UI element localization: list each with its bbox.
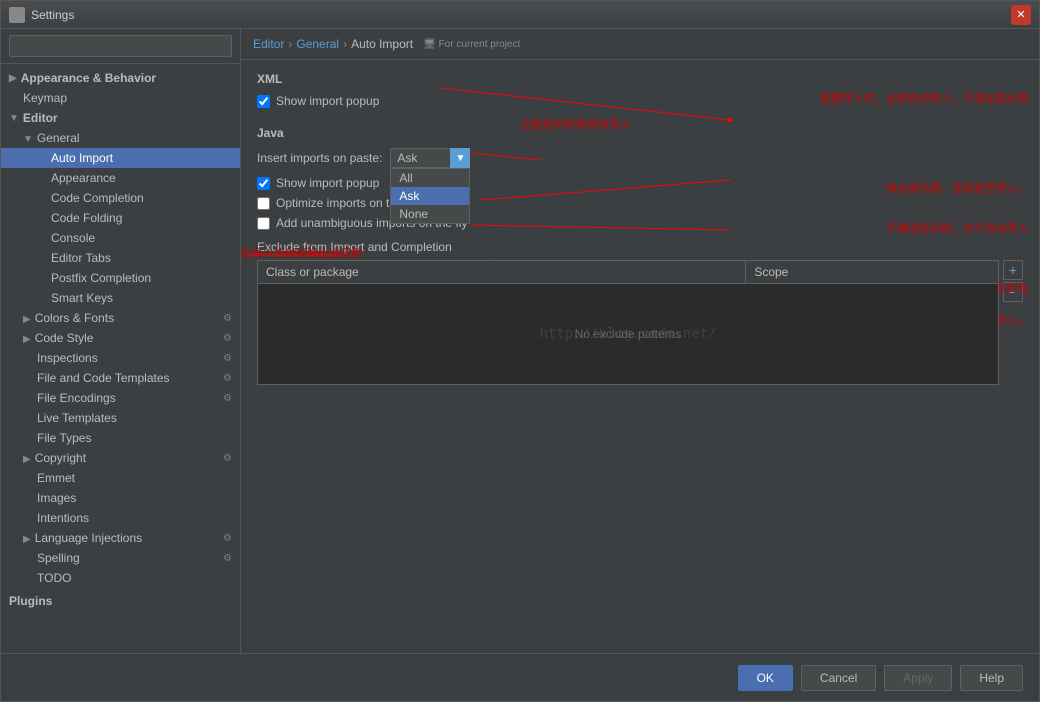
annotation-7: 在导入的时候弹出选择框	[241, 245, 362, 261]
insert-imports-popup: All Ask None	[390, 168, 470, 224]
sidebar-item-code-completion[interactable]: Code Completion	[1, 188, 240, 208]
search-input[interactable]	[9, 35, 232, 57]
insert-imports-row: Insert imports on paste: Ask All None ▼ …	[257, 148, 1023, 168]
sidebar-item-inspections[interactable]: Inspections ⚙	[1, 348, 240, 368]
help-button[interactable]: Help	[960, 665, 1023, 691]
sidebar-item-file-encodings[interactable]: File Encodings ⚙	[1, 388, 240, 408]
sidebar-item-copyright[interactable]: ▶ Copyright ⚙	[1, 448, 240, 468]
close-button[interactable]: ✕	[1011, 5, 1031, 25]
sidebar-item-auto-import[interactable]: Auto Import	[1, 148, 240, 168]
sep2: ›	[343, 37, 347, 51]
xml-label: XML	[257, 72, 1023, 86]
code-style-arrow-icon: ▶	[23, 334, 31, 345]
col-class-package: Class or package	[258, 261, 746, 283]
sidebar-item-emmet[interactable]: Emmet	[1, 468, 240, 488]
apply-button[interactable]: Apply	[884, 665, 952, 691]
option-none[interactable]: None	[391, 205, 469, 223]
exclude-label: Exclude from Import and Completion	[257, 240, 1023, 254]
sidebar-item-language-injections[interactable]: ▶ Language Injections ⚙	[1, 528, 240, 548]
no-patterns-text: No exclude patterns	[575, 327, 682, 341]
show-import-popup-java-checkbox[interactable]	[257, 177, 270, 190]
cancel-button[interactable]: Cancel	[801, 665, 876, 691]
show-import-popup-xml-checkbox[interactable]	[257, 95, 270, 108]
breadcrumb-auto-import: Auto Import	[351, 37, 413, 51]
file-enc-icon: ⚙	[223, 393, 232, 404]
sidebar-item-images[interactable]: Images	[1, 488, 240, 508]
lang-inj-arrow-icon: ▶	[23, 534, 31, 545]
app-icon	[9, 7, 25, 23]
sidebar-item-editor-tabs[interactable]: Editor Tabs	[1, 248, 240, 268]
show-import-popup-xml-label[interactable]: Show import popup	[276, 94, 379, 108]
settings-window: Settings ✕ ▶ Appearance & Behavior Keyma…	[0, 0, 1040, 702]
sidebar-item-code-folding[interactable]: Code Folding	[1, 208, 240, 228]
sidebar-item-smart-keys[interactable]: Smart Keys	[1, 288, 240, 308]
exclude-section: Exclude from Import and Completion Class…	[257, 240, 1023, 385]
show-import-popup-java-label[interactable]: Show import popup	[276, 176, 379, 190]
titlebar: Settings ✕	[1, 1, 1039, 29]
spelling-icon: ⚙	[223, 553, 232, 564]
breadcrumb: Editor › General › Auto Import 🖥 For cur…	[241, 29, 1039, 60]
breadcrumb-editor[interactable]: Editor	[253, 37, 284, 51]
sidebar-item-editor[interactable]: ▼ Editor	[1, 108, 240, 128]
add-exclude-button[interactable]: +	[1003, 260, 1023, 280]
general-arrow-icon: ▼	[23, 134, 33, 145]
insert-imports-select[interactable]: Ask All None	[390, 148, 470, 168]
exclude-table: Class or package Scope http://blog.csdn.…	[257, 260, 999, 385]
sidebar-item-file-code-templates[interactable]: File and Code Templates ⚙	[1, 368, 240, 388]
right-panel: Editor › General › Auto Import 🖥 For cur…	[241, 29, 1039, 653]
settings-content: XML Show import popup 需要导入时，全部自动导入，不弹出提示…	[241, 60, 1039, 653]
inspections-icon: ⚙	[223, 353, 232, 364]
copyright-icon: ⚙	[223, 453, 232, 464]
file-code-icon: ⚙	[223, 373, 232, 384]
insert-imports-dropdown[interactable]: Ask All None ▼ All Ask None	[390, 148, 470, 168]
sidebar-item-code-style[interactable]: ▶ Code Style ⚙	[1, 328, 240, 348]
annotation-1: 需要导入时，全部自动导入，不弹出提示框	[820, 90, 1029, 106]
sidebar-item-live-templates[interactable]: Live Templates	[1, 408, 240, 428]
sidebar-item-todo[interactable]: TODO	[1, 568, 240, 588]
main-content: ▶ Appearance & Behavior Keymap ▼ Editor	[1, 29, 1039, 653]
colors-icon: ⚙	[223, 313, 232, 324]
optimize-imports-checkbox[interactable]	[257, 197, 270, 210]
option-ask[interactable]: Ask	[391, 187, 469, 205]
sidebar-item-keymap[interactable]: Keymap	[1, 88, 240, 108]
editor-arrow-icon: ▼	[9, 113, 19, 124]
exclude-table-outer: Class or package Scope http://blog.csdn.…	[257, 260, 1023, 385]
colors-arrow-icon: ▶	[23, 314, 31, 325]
arrow-icon: ▶	[9, 73, 17, 84]
ok-button[interactable]: OK	[738, 665, 793, 691]
add-unambiguous-checkbox[interactable]	[257, 217, 270, 230]
window-title: Settings	[31, 8, 1011, 22]
sidebar-item-appearance-behavior[interactable]: ▶ Appearance & Behavior	[1, 68, 240, 88]
sidebar-item-appearance[interactable]: Appearance	[1, 168, 240, 188]
sidebar-item-plugins[interactable]: Plugins	[1, 588, 240, 614]
exclude-body: http://blog.csdn.net/ No exclude pattern…	[258, 284, 998, 384]
annotation-4: 不弹出提示框，也不自动导入	[886, 220, 1029, 236]
copyright-arrow-icon: ▶	[23, 454, 31, 465]
sidebar-item-file-types[interactable]: File Types	[1, 428, 240, 448]
sidebar-item-general[interactable]: ▼ General	[1, 128, 240, 148]
sidebar-item-intentions[interactable]: Intentions	[1, 508, 240, 528]
sidebar-item-postfix-completion[interactable]: Postfix Completion	[1, 268, 240, 288]
java-label: Java	[257, 126, 1023, 140]
sep1: ›	[288, 37, 292, 51]
annotation-2: 在粘贴的时候添加导入	[521, 116, 631, 132]
sidebar-item-spelling[interactable]: Spelling ⚙	[1, 548, 240, 568]
annotation-3: 弹出提示框，选择是否导入。	[886, 180, 1029, 196]
bottom-bar: OK Cancel Apply Help	[1, 653, 1039, 701]
search-bar	[1, 29, 240, 64]
code-style-icon: ⚙	[223, 333, 232, 344]
exclude-table-header: Class or package Scope	[258, 261, 998, 284]
option-all[interactable]: All	[391, 169, 469, 187]
sidebar: ▶ Appearance & Behavior Keymap ▼ Editor	[1, 29, 241, 653]
col-scope: Scope	[746, 261, 998, 283]
optimize-imports-row: Optimize imports on the fly	[257, 196, 1023, 210]
project-icon: 🖥 For current project	[423, 39, 520, 50]
tree-area: ▶ Appearance & Behavior Keymap ▼ Editor	[1, 64, 240, 653]
sidebar-item-colors-fonts[interactable]: ▶ Colors & Fonts ⚙	[1, 308, 240, 328]
breadcrumb-general[interactable]: General	[296, 37, 339, 51]
insert-imports-label: Insert imports on paste:	[257, 151, 382, 165]
lang-inj-icon: ⚙	[223, 533, 232, 544]
sidebar-item-console[interactable]: Console	[1, 228, 240, 248]
